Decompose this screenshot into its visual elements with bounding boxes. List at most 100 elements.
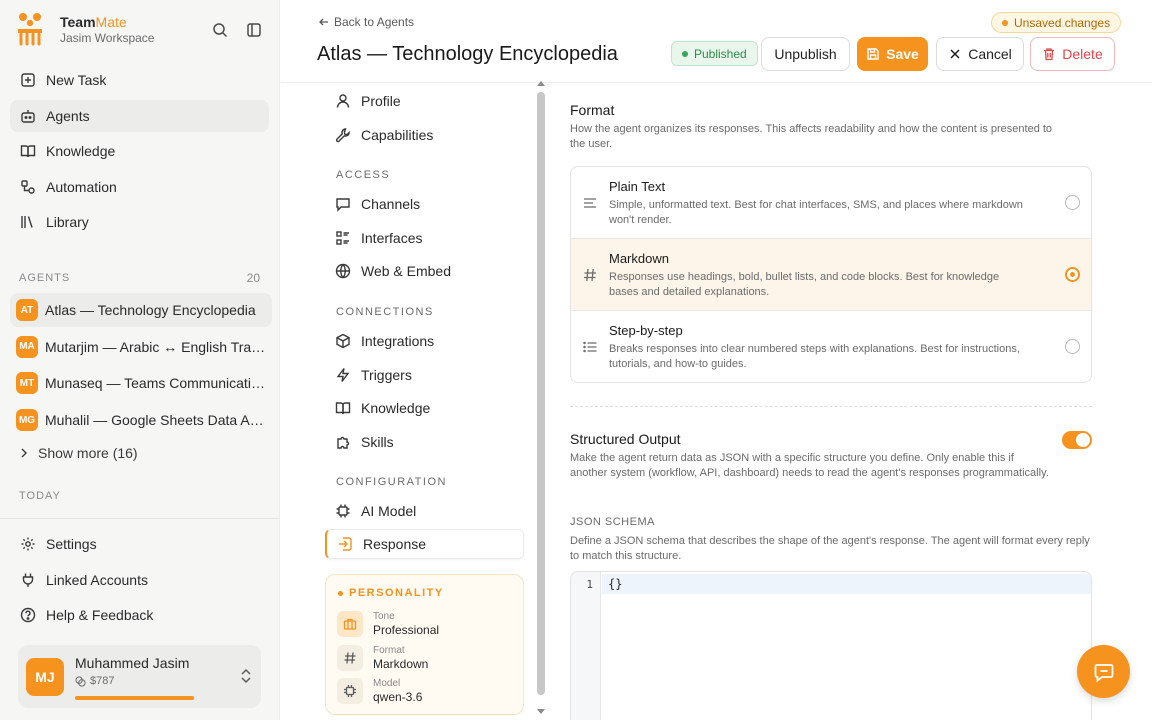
settings-icon [21,537,35,551]
nav-label: Library [46,214,89,231]
configuration-section-label: CONFIGURATION [336,476,447,488]
option-description: Breaks responses into clear numbered ste… [609,343,1020,370]
structured-output-title: Structured Output [570,431,681,447]
status-label: Published [694,46,747,61]
personality-card: PERSONALITY Tone Professional Format Markd… [325,574,524,715]
puzzle-icon [337,436,350,449]
json-schema-editor[interactable]: 1 {} [570,571,1092,720]
code-content[interactable]: {} [608,577,622,591]
arrow-left-icon [319,18,328,26]
close-icon [950,49,960,59]
brand[interactable]: TeamMate Jasim Workspace [16,12,154,46]
format-option-plain-text[interactable]: Plain Text Simple, unformatted text. Bes… [571,167,1091,239]
agent-name: Munaseq — Teams Communication Assistant [45,375,267,392]
globe-icon [335,263,351,279]
personality-title: PERSONALITY [338,587,444,599]
settings-nav-skills[interactable]: Skills [325,427,524,457]
help-icon [20,607,36,623]
radio-markdown[interactable] [1065,267,1080,282]
settings-nav-interfaces[interactable]: Interfaces [325,223,524,253]
agent-name: Mutarjim — Arabic ↔ English Translator [45,338,267,355]
settings-nav-label: Web & Embed [361,263,452,279]
bolt-icon [336,368,350,382]
settings-nav-response[interactable]: Response [325,529,524,559]
cube-icon [336,333,350,349]
back-link-label: Back to Agents [334,15,415,29]
settings-nav-ai-model[interactable]: AI Model [325,496,524,526]
teammate-logo-icon [18,13,42,46]
settings-nav-capabilities[interactable]: Capabilities [325,120,524,150]
personality-title-label: PERSONALITY [349,587,444,599]
new-task-icon [21,73,35,87]
nav-item-new-task[interactable]: New Task [10,64,269,96]
settings-nav-profile[interactable]: Profile [325,86,524,116]
personality-row-format: Format Markdown [337,643,517,673]
agent-item[interactable]: MG Muhalil — Google Sheets Data Analyst [10,403,272,437]
toggle-knob [1076,433,1090,447]
agent-name: Muhalil — Google Sheets Data Analyst [45,412,267,429]
scroll-up-arrow-icon[interactable] [537,80,545,86]
agent-item[interactable]: AT Atlas — Technology Encyclopedia [10,293,272,327]
user-icon [336,94,350,108]
nav-item-linked-accounts[interactable]: Linked Accounts [10,564,269,596]
chat-button[interactable] [1077,645,1130,698]
scroll-down-arrow-icon[interactable] [537,709,545,715]
agents-icon [21,109,35,123]
sidebar: TeamMate Jasim Workspace New Task Agents… [0,0,280,720]
settings-nav-label: Channels [361,196,421,212]
settings-nav-channels[interactable]: Channels [325,189,524,219]
format-option-step-by-step[interactable]: Step-by-step Breaks responses into clear… [571,311,1091,382]
wrench-icon [335,128,350,143]
nav-item-library[interactable]: Library [10,206,269,238]
collapse-sidebar-icon[interactable] [243,19,265,41]
agent-avatar: MG [16,409,38,432]
back-link[interactable]: Back to Agents [318,15,414,29]
option-description: Responses use headings, bold, bullet lis… [609,271,1000,298]
bottom-nav: Settings Linked Accounts Help & Feedback [10,528,269,635]
cancel-button[interactable]: Cancel [936,37,1024,71]
agents-section-label: AGENTS [19,272,71,284]
personality-key: Format [373,645,405,656]
agent-item[interactable]: MT Munaseq — Teams Communication Assista… [10,366,272,400]
save-icon [867,48,879,60]
nav-item-settings[interactable]: Settings [10,528,269,560]
chip-icon [337,678,363,704]
nav-item-automation[interactable]: Automation [10,171,269,203]
show-more-agents[interactable]: Show more (16) [18,443,138,463]
nav-item-knowledge[interactable]: Knowledge [10,135,269,167]
settings-nav-knowledge[interactable]: Knowledge [325,393,524,423]
settings-nav-web-embed[interactable]: Web & Embed [325,256,524,286]
interfaces-icon [336,231,349,245]
personality-key: Tone [373,611,395,622]
settings-nav-label: Interfaces [361,230,423,246]
credit-progress-fill [75,696,194,700]
settings-nav-triggers[interactable]: Triggers [325,360,524,390]
scrollbar-thumb[interactable] [537,92,545,695]
status-badge: Published [671,41,758,66]
save-button[interactable]: Save [857,37,928,71]
show-more-label: Show more (16) [38,445,138,461]
format-description: How the agent organizes its responses. T… [570,123,1053,150]
agents-count: 20 [246,271,260,285]
nav-item-agents[interactable]: Agents [10,99,269,132]
nav-label: Linked Accounts [46,571,148,588]
settings-nav-label: Response [363,536,427,552]
agent-item[interactable]: MA Mutarjim — Arabic ↔ English Translato… [10,330,272,364]
agent-name: Atlas — Technology Encyclopedia [45,302,256,318]
radio-step-by-step[interactable] [1065,339,1080,354]
nav-item-help[interactable]: Help & Feedback [10,599,269,631]
settings-nav-integrations[interactable]: Integrations [325,326,524,356]
radio-plain-text[interactable] [1065,195,1080,210]
format-option-markdown[interactable]: Markdown Responses use headings, bold, b… [571,239,1091,311]
settings-nav: Profile Capabilities ACCESS Channels Int… [281,81,547,720]
delete-button[interactable]: Delete [1030,37,1115,71]
credit-amount: $787 [90,675,115,687]
search-icon[interactable] [209,19,231,41]
nav-label: Automation [46,178,117,195]
unpublish-button[interactable]: Unpublish [761,37,850,71]
user-card[interactable]: MJ Muhammed Jasim $787 [18,645,261,708]
structured-output-toggle[interactable] [1062,431,1092,449]
book-icon [335,402,351,415]
personality-row-tone: Tone Professional [337,609,517,639]
settings-nav-label: Knowledge [361,400,431,416]
